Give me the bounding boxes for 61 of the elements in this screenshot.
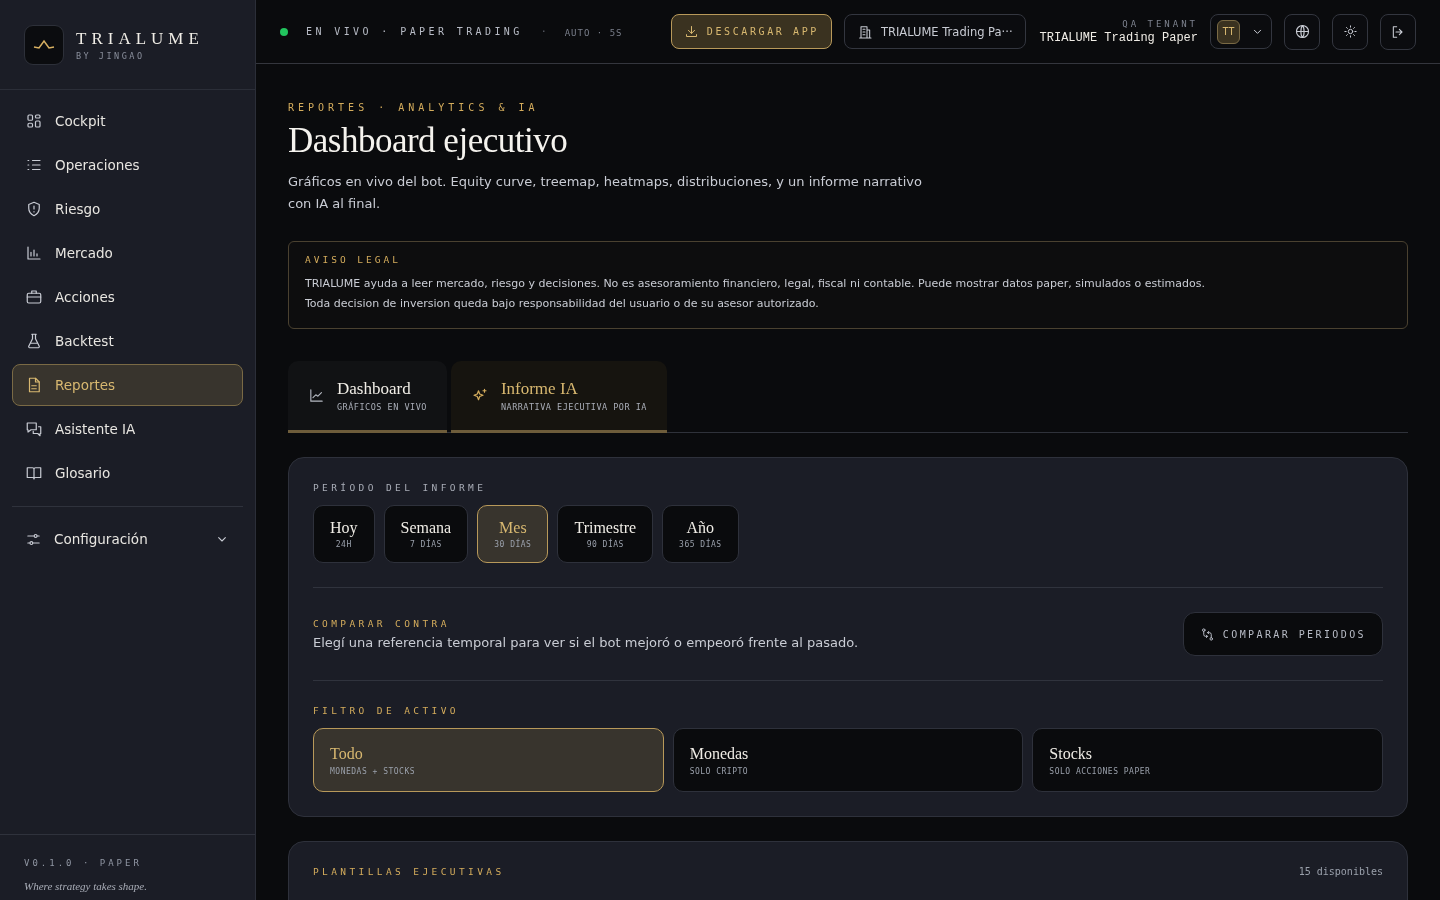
nav-item[interactable]: Operaciones [12,144,243,186]
period-option[interactable]: Año 365 DÍAS [662,505,739,563]
download-button[interactable]: DESCARGAR APP [670,14,832,49]
brand-byline: BY JINGAO [76,50,146,61]
separator-dot: · [540,26,547,37]
nav-item[interactable]: Asistente IA [12,408,243,450]
flask-icon [25,332,43,350]
brand-name: TRIALUME [76,28,204,49]
nav-item[interactable]: Glosario [12,452,243,494]
section-label: FILTRO DE ACTIVO [313,705,460,716]
tenant-label: QA TENANT [1121,18,1198,29]
asset-filter-option[interactable]: Todo MONEDAS + STOCKS [313,728,664,792]
compare-arrows-icon [1199,626,1215,642]
page-title: Dashboard ejecutivo [288,121,569,161]
period-option[interactable]: Mes 30 DÍAS [477,505,549,563]
period-option[interactable]: Hoy 24H [313,505,375,563]
shield-icon [25,200,43,218]
briefcase-icon [25,288,43,306]
chart-line-icon [308,387,325,404]
tagline: Where strategy takes shape. [24,880,148,892]
version-label: V0.1.0 · PAPER [24,858,142,868]
sun-icon [1342,24,1358,39]
compare-description: Elegí una referencia temporal para ver si el bot mejoró o empeoró frente al pasado. [313,635,860,650]
notice-title: AVISO LEGAL [305,254,402,265]
nav-item[interactable]: Riesgo [12,188,243,230]
nav-item[interactable]: Cockpit [12,100,243,142]
period-option[interactable]: Semana 7 DÍAS [383,505,469,563]
bar-chart-icon [25,244,43,262]
view-tab[interactable]: Informe IA NARRATIVA EJECUTIVA POR IA [450,361,667,433]
tenant-name: TRIALUME Trading Paper [1039,30,1198,45]
template-count: 15 disponibles [1298,866,1383,877]
globe-icon [1293,23,1311,40]
asset-filter-option[interactable]: Monedas SOLO CRIPTO [672,728,1024,792]
building-icon [856,23,873,40]
nav-item[interactable]: Backtest [12,320,243,362]
workspace-selector[interactable]: TRIALUME Trading Pa··· [843,14,1026,49]
theme-button[interactable] [1332,13,1368,50]
account-menu[interactable]: TT [1210,14,1272,49]
section-label: PERÍODO DEL INFORME [313,482,488,493]
period-option[interactable]: Trimestre 90 DÍAS [557,505,654,563]
settings-item[interactable]: Configuración [12,517,243,561]
grid-icon [25,112,43,130]
asset-filter-option[interactable]: Stocks SOLO ACCIONES PAPER [1032,728,1383,792]
page-description: Gráficos en vivo del bot. Equity curve, treemap, heatmaps, distribuciones, y un informe narrativo con IA al final. [288,173,923,213]
language-button[interactable] [1284,13,1320,50]
logout-button[interactable] [1380,13,1416,50]
section-label: COMPARAR CONTRA [313,618,451,629]
view-tab[interactable]: Dashboard GRÁFICOS EN VIVO [288,361,447,433]
nav-item[interactable]: Reportes [12,364,243,406]
section-label: PLANTILLAS EJECUTIVAS [313,866,505,877]
notice-text: TRIALUME ayuda a leer mercado, riesgo y decisiones. No es asesoramiento financiero, legal, fiscal ni contable. Puede mostrar datos paper, simulados o estimados. Toda decision de inversion queda bajo responsabilidad del usuario o de su asesor autorizado. [305,276,1205,312]
chat-icon [25,420,43,438]
compare-button[interactable]: COMPARAR PERIODOS [1182,612,1383,656]
logo-icon [33,37,55,52]
download-icon [683,24,699,39]
nav-item[interactable]: Acciones [12,276,243,318]
refresh-label: AUTO · 5S [564,28,623,38]
nav-item[interactable]: Mercado [12,232,243,274]
book-icon [25,464,43,482]
page-eyebrow: REPORTES · ANALYTICS & IA [288,102,540,113]
status-label: EN VIVO · PAPER TRADING [306,26,523,37]
